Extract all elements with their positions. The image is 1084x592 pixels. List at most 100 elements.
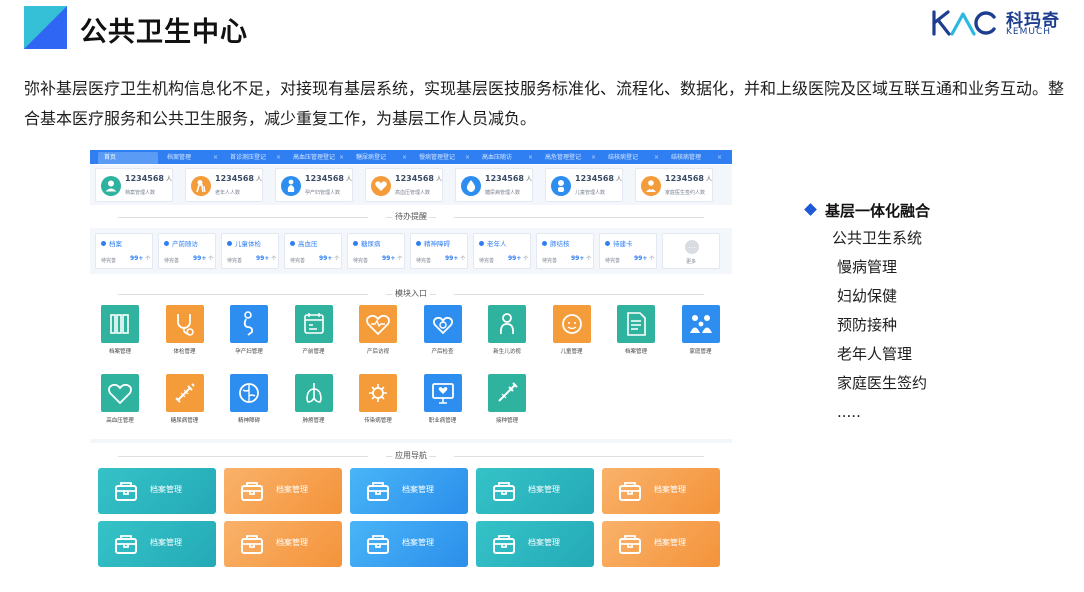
tab-3[interactable]: 高血压管理登记 ×: [287, 152, 347, 164]
stat-label: 糖尿病管理人数: [485, 190, 521, 196]
calendar-icon[interactable]: [294, 305, 333, 343]
nav-card[interactable]: 档案管理: [602, 468, 720, 514]
tab-5[interactable]: 慢病管理登记 ×: [413, 152, 473, 164]
heart-pulse-icon[interactable]: [359, 305, 397, 343]
monitor-icon[interactable]: [423, 374, 462, 412]
nav-card[interactable]: 档案管理: [602, 521, 720, 567]
nav-title: 应用导航: [395, 451, 427, 460]
virus-icon[interactable]: [359, 374, 397, 412]
tab-close-icon[interactable]: ×: [402, 152, 407, 164]
stat-card: 1234568 人档案管理人数: [95, 168, 173, 202]
module-syringe[interactable]: 糖尿病管理: [156, 374, 214, 428]
feature-items: 慢病管理 妇幼保健 预防接种 老年人管理 家庭医生签约.....: [806, 253, 1066, 427]
tab-6[interactable]: 高血压随访 ×: [476, 152, 536, 164]
tab-7[interactable]: 高危管理登记 ×: [539, 152, 599, 164]
tab-close-icon[interactable]: ×: [528, 152, 533, 164]
reminder-老年人[interactable]: 老年人 待完善 99+ 个: [473, 233, 531, 269]
lungs-icon[interactable]: [294, 374, 333, 412]
module-virus[interactable]: 传染病管理: [349, 374, 407, 428]
tab-close-icon[interactable]: ×: [465, 152, 470, 164]
reminder-精神障碍[interactable]: 精神障碍 待完善 99+ 个: [410, 233, 468, 269]
module-document[interactable]: 档案管理: [607, 305, 665, 359]
reminder-sub: 待完善: [542, 258, 558, 264]
nav-card[interactable]: 档案管理: [224, 521, 342, 567]
reminder-肺结核[interactable]: 肺结核 待完善 99+ 个: [536, 233, 594, 269]
module-hearts[interactable]: 产后检查: [414, 305, 472, 359]
family-icon[interactable]: [681, 305, 720, 343]
module-books[interactable]: 档案管理: [91, 305, 149, 359]
module-label: 体检管理: [173, 349, 196, 355]
nav-card[interactable]: 档案管理: [476, 521, 594, 567]
module-heart-pulse[interactable]: 产后访视: [349, 305, 407, 359]
tab-2[interactable]: 首诊测压登记 ×: [224, 152, 284, 164]
tab-9[interactable]: 结核病管理 ×: [665, 152, 725, 164]
reminder-糖尿病[interactable]: 糖尿病 待完善 99+ 个: [347, 233, 405, 269]
reminder-高血压[interactable]: 高血压 待完善 99+ 个: [284, 233, 342, 269]
tab-0[interactable]: 首页: [98, 152, 158, 164]
nav-card[interactable]: 档案管理: [224, 468, 342, 514]
vaccine-icon[interactable]: [488, 374, 526, 412]
reminder-待建卡[interactable]: 待建卡 待完善 99+ 个: [599, 233, 657, 269]
stat-number: 1234568: [485, 174, 524, 183]
baby-icon[interactable]: [488, 305, 526, 343]
module-heart[interactable]: 高血压管理: [91, 374, 149, 428]
reminder-dot-icon: [164, 241, 169, 246]
module-calendar[interactable]: 产前管理: [285, 305, 343, 359]
tab-close-icon[interactable]: ×: [276, 152, 281, 164]
reminder-档案[interactable]: 档案 待完善 99+ 个: [95, 233, 153, 269]
syringe-icon[interactable]: [165, 374, 204, 412]
module-stethoscope[interactable]: 体检管理: [156, 305, 214, 359]
nav-card[interactable]: 档案管理: [476, 468, 594, 514]
reminders-row: 档案 待完善 99+ 个产前随访 待完善 99+ 个儿童体检 待完善 99+ 个高血压 待完善 99+…: [90, 228, 732, 274]
module-kid-face[interactable]: 儿童管理: [543, 305, 601, 359]
module-baby[interactable]: 新生儿访视: [478, 305, 536, 359]
books-icon[interactable]: [101, 305, 139, 343]
nav-card[interactable]: 档案管理: [350, 521, 468, 567]
title-accent-icon: [24, 6, 67, 49]
heart-icon[interactable]: [101, 374, 139, 412]
nav-card[interactable]: 档案管理: [350, 468, 468, 514]
reminder-count: 99+ 个: [508, 255, 528, 262]
stat-unit: 人: [615, 176, 622, 183]
hearts-icon[interactable]: [423, 305, 462, 343]
brain-icon[interactable]: [230, 374, 268, 412]
tab-close-icon[interactable]: ×: [591, 152, 596, 164]
tab-close-icon[interactable]: ×: [339, 152, 344, 164]
reminder-count-unit: 个: [523, 256, 529, 262]
tab-close-icon[interactable]: ×: [717, 152, 722, 164]
stethoscope-icon[interactable]: [165, 305, 204, 343]
reminder-count: 99+ 个: [634, 255, 654, 262]
tab-4[interactable]: 糖尿病登记 ×: [350, 152, 410, 164]
reminder-count-value: 99+: [130, 255, 144, 262]
tab-8[interactable]: 结核病登记 ×: [602, 152, 662, 164]
kid-face-icon[interactable]: [552, 305, 591, 343]
module-label: 糖尿病管理: [170, 418, 199, 424]
archive-box-icon: [114, 533, 138, 555]
reminder-产前随访[interactable]: 产前随访 待完善 99+ 个: [158, 233, 216, 269]
tab-1[interactable]: 档案管理 ×: [161, 152, 221, 164]
nav-card[interactable]: 档案管理: [98, 521, 216, 567]
module-pregnant[interactable]: 孕产妇管理: [220, 305, 278, 359]
pregnant-icon[interactable]: [230, 305, 268, 343]
module-lungs[interactable]: 肺痨管理: [285, 374, 343, 428]
module-family[interactable]: 家庭管理: [672, 305, 730, 359]
feature-heading-text: 基层一体化融合: [825, 202, 931, 220]
reminder-count-unit: 个: [460, 256, 466, 262]
module-vaccine[interactable]: 接种管理: [478, 374, 536, 428]
stat-number: 1234568: [125, 174, 164, 183]
archive-box-icon: [618, 480, 642, 502]
feature-item: 家庭医生签约: [837, 374, 928, 392]
nav-card-label: 档案管理: [276, 485, 308, 494]
module-monitor[interactable]: 职业病管理: [414, 374, 472, 428]
tab-close-icon[interactable]: ×: [654, 152, 659, 164]
nav-card[interactable]: 档案管理: [98, 468, 216, 514]
module-brain[interactable]: 精神障碍: [220, 374, 278, 428]
more-label: 更多: [685, 259, 696, 265]
tab-label: 档案管理: [167, 154, 192, 161]
document-icon[interactable]: [617, 305, 655, 343]
modules-grid: 档案管理 体检管理 孕产妇管理 产前管理 产后访视 产后检查 新生儿访视 儿童管理 档案管理 家庭…: [90, 305, 732, 433]
reminder-儿童体检[interactable]: 儿童体检 待完善 99+ 个: [221, 233, 279, 269]
reminders-more-button[interactable]: … 更多: [662, 233, 720, 269]
tab-close-icon[interactable]: ×: [213, 152, 218, 164]
archive-box-icon: [492, 480, 516, 502]
